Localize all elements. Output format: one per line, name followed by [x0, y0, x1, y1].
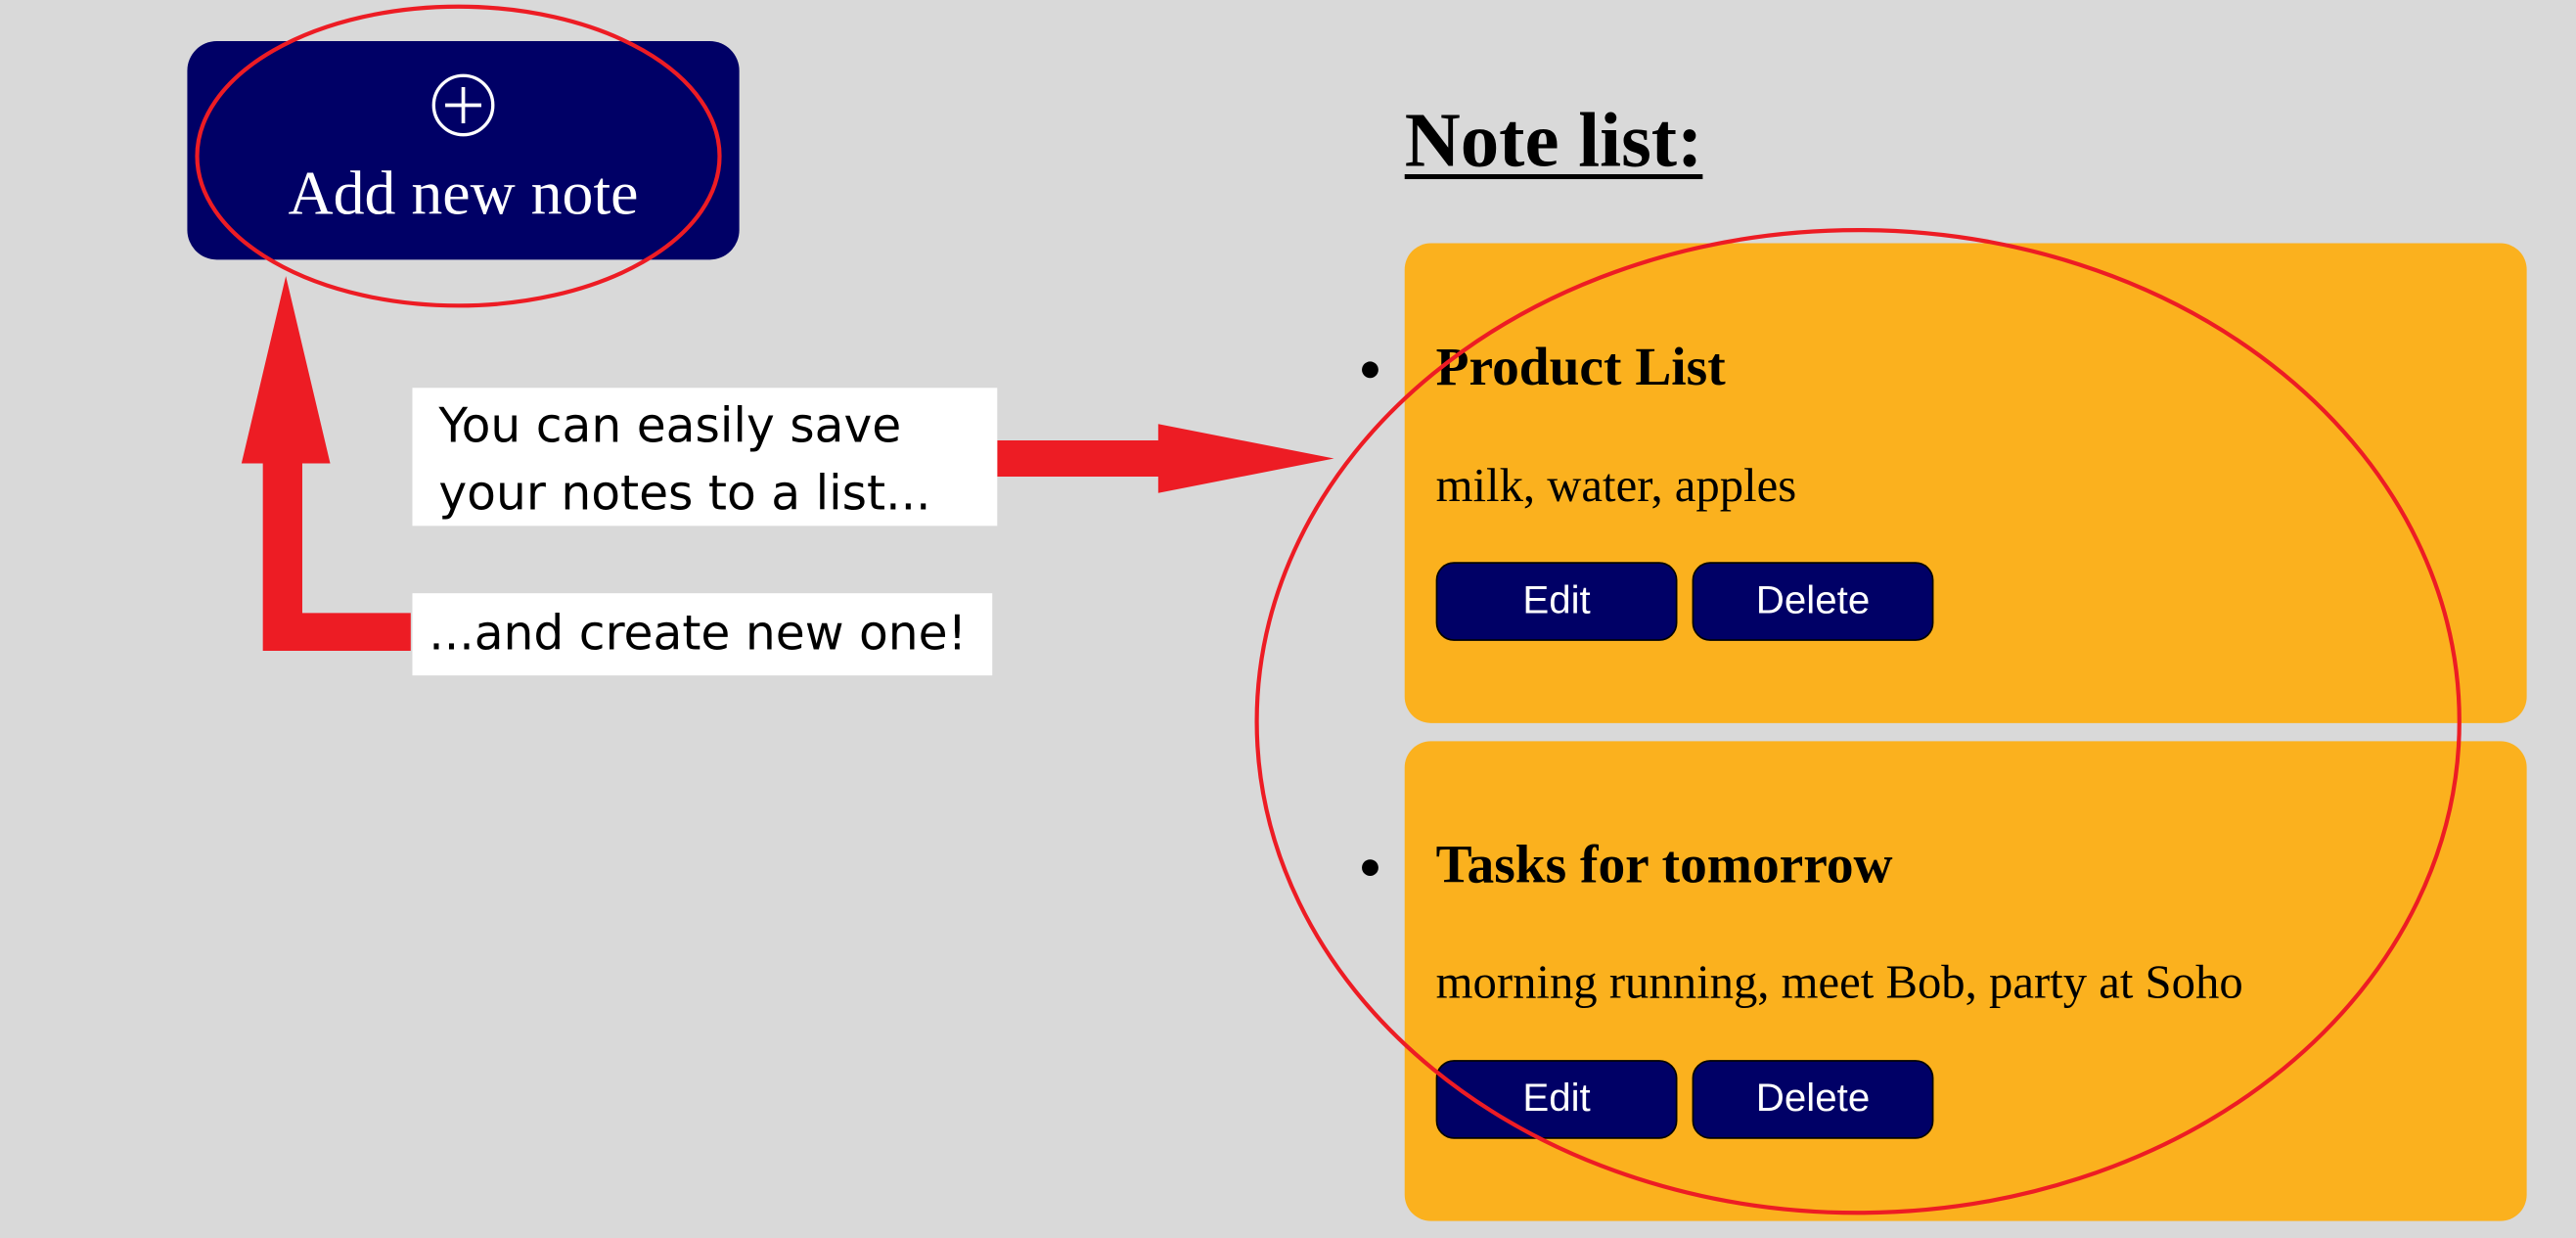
callout-create-text: ...and create new one!	[429, 604, 968, 662]
arrow-up-bent-icon	[241, 276, 411, 651]
highlight-ellipse-add-button	[195, 4, 722, 308]
callout-save-line-2: your notes to a list...	[438, 465, 931, 522]
highlight-ellipse-note-list	[1254, 227, 2462, 1215]
annotation-overlay	[195, 4, 2462, 1215]
app-screen: Add new note Note list: Product List mil…	[0, 0, 2576, 1238]
arrow-right-icon	[997, 424, 1334, 493]
callout-save-line-1: You can easily save	[438, 397, 902, 454]
callout-create-note: ...and create new one!	[412, 593, 993, 676]
callout-save-notes: You can easily save your notes to a list…	[412, 388, 998, 527]
